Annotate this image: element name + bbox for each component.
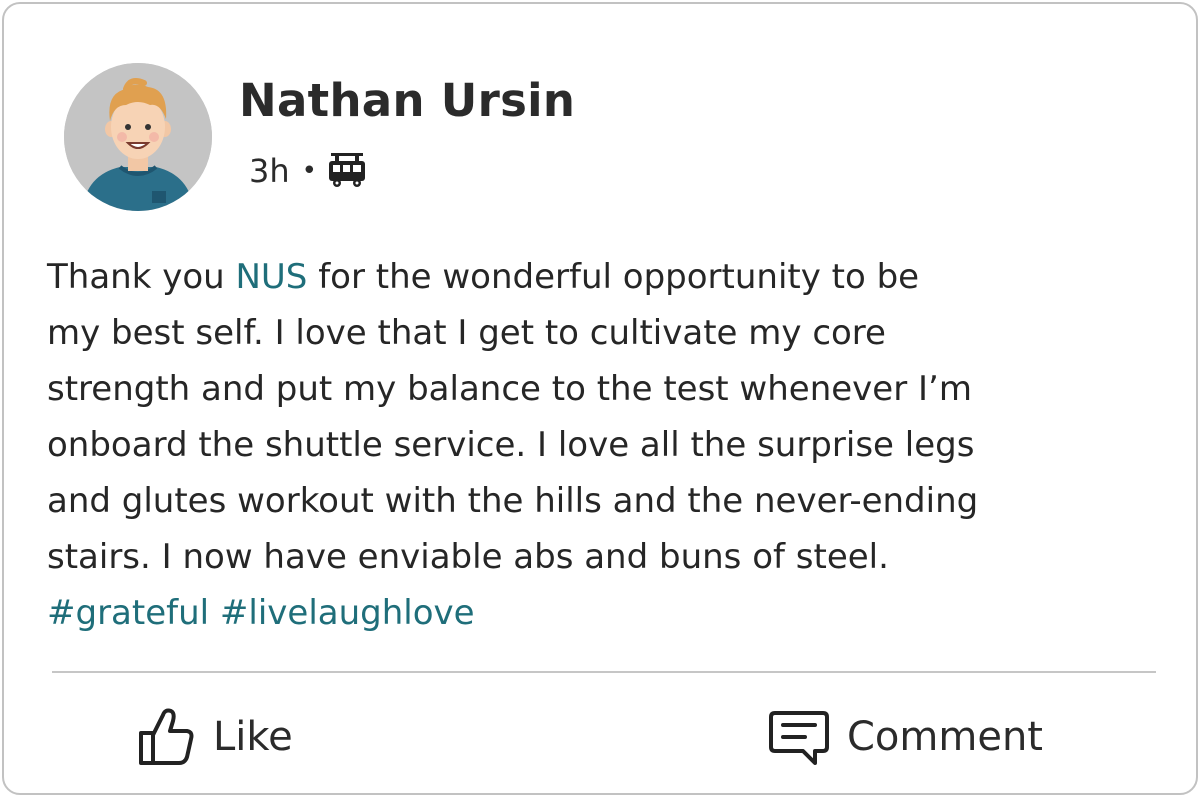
like-label: Like (213, 714, 293, 760)
post-body-line: onboard the shuttle service. I love all … (47, 425, 975, 465)
divider (52, 671, 1156, 673)
comment-icon (769, 711, 829, 765)
post-body-line: my best self. I love that I get to culti… (47, 313, 886, 353)
post-time[interactable]: 3h (249, 152, 290, 190)
meta-separator: • (301, 156, 317, 186)
post-body-line: and glutes workout with the hills and th… (47, 481, 979, 521)
bus-icon (328, 153, 365, 187)
like-button[interactable]: Like (137, 704, 293, 770)
post-card: Nathan Ursin 3h • Thank you NUS for the … (2, 2, 1198, 795)
hashtags[interactable]: #grateful #livelaughlove (47, 585, 1167, 641)
person-avatar-icon (64, 63, 212, 211)
thumbs-up-icon (139, 708, 194, 765)
author-name[interactable]: Nathan Ursin (239, 74, 575, 127)
post-body-line: strength and put my balance to the test … (47, 369, 972, 409)
post-meta: 3h • (249, 149, 369, 193)
comment-button[interactable]: Comment (769, 704, 1043, 770)
avatar[interactable] (64, 63, 212, 211)
post-body-line: Thank you NUS for the wonderful opportun… (47, 249, 1167, 305)
post-body: Thank you NUS for the wonderful opportun… (47, 249, 1167, 641)
post-text: Thank you (47, 257, 236, 297)
mention-link[interactable]: NUS (235, 257, 307, 297)
post-body-line: stairs. I now have enviable abs and buns… (47, 537, 889, 577)
post-text: for the wonderful opportunity to be (307, 257, 920, 297)
comment-label: Comment (847, 714, 1043, 760)
